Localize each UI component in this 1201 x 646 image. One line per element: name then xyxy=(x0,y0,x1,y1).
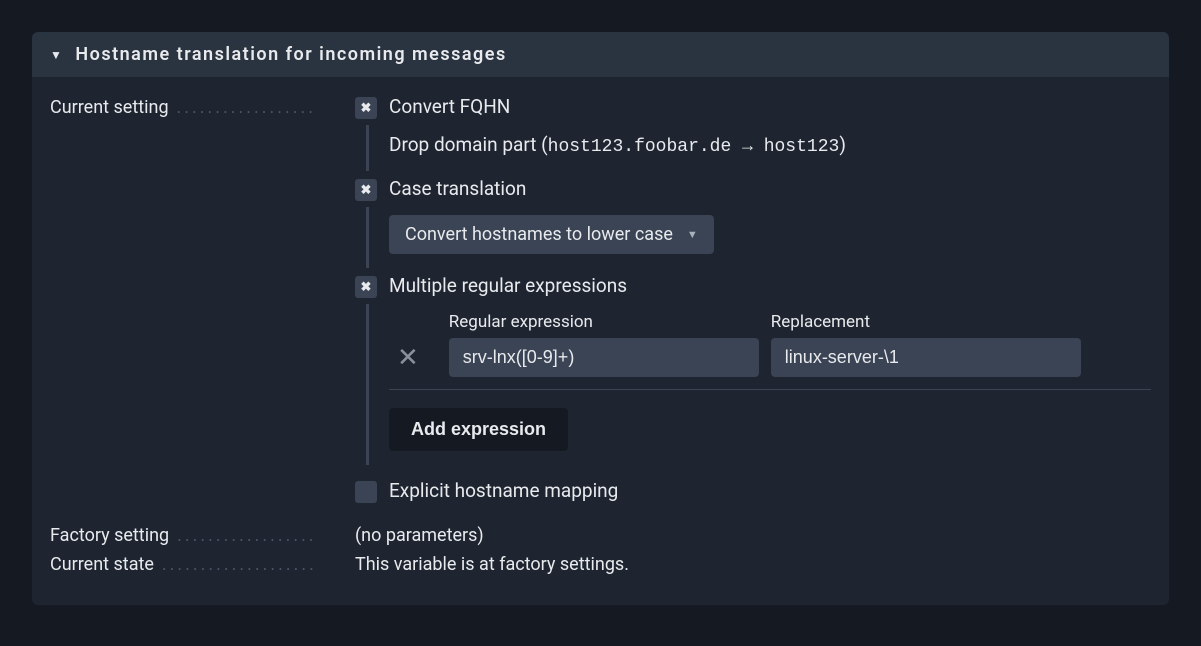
current-state-value: This variable is at factory settings. xyxy=(355,554,1151,575)
replacement-field-label: Replacement xyxy=(771,312,1081,332)
explicit-mapping-checkbox[interactable] xyxy=(355,481,377,503)
fqhn-option: ✖ Convert FQHN xyxy=(355,95,1151,119)
replacement-input[interactable] xyxy=(771,338,1081,377)
explicit-mapping-label: Explicit hostname mapping xyxy=(389,479,618,502)
chevron-down-icon: ▼ xyxy=(687,228,698,241)
delete-expression-icon[interactable]: ✕ xyxy=(389,345,437,377)
expression-row: ✕ Regular expression Replacement xyxy=(389,312,1151,390)
factory-setting-row: Factory setting .................. (no p… xyxy=(50,525,1151,546)
factory-setting-label: Factory setting .................. xyxy=(50,525,355,546)
case-checkbox[interactable]: ✖ xyxy=(355,179,377,201)
regex-input[interactable] xyxy=(449,338,759,377)
regex-field: Regular expression xyxy=(449,312,759,377)
collapse-icon: ▼ xyxy=(50,48,63,62)
regex-label: Multiple regular expressions xyxy=(389,274,627,297)
current-setting-value: ✖ Convert FQHN Drop domain part (host123… xyxy=(355,95,1151,509)
current-setting-row: Current setting .................. ✖ Con… xyxy=(50,95,1151,509)
case-option: ✖ Case translation xyxy=(355,177,1151,201)
current-setting-label: Current setting .................. xyxy=(50,95,355,118)
regex-option: ✖ Multiple regular expressions xyxy=(355,274,1151,298)
footer-rows: Factory setting .................. (no p… xyxy=(50,525,1151,575)
fqhn-details: Drop domain part (host123.foobar.de → ho… xyxy=(366,125,1151,171)
current-state-row: Current state .................... This … xyxy=(50,554,1151,575)
settings-panel: ▼ Hostname translation for incoming mess… xyxy=(32,32,1169,605)
regex-field-label: Regular expression xyxy=(449,312,759,332)
current-state-label: Current state .................... xyxy=(50,554,355,575)
fqhn-checkbox[interactable]: ✖ xyxy=(355,97,377,119)
panel-title: Hostname translation for incoming messag… xyxy=(75,44,506,65)
factory-setting-value: (no parameters) xyxy=(355,525,1151,546)
fqhn-label: Convert FQHN xyxy=(389,95,510,118)
explicit-mapping-option: Explicit hostname mapping xyxy=(355,479,1151,503)
replacement-field: Replacement xyxy=(771,312,1081,377)
add-expression-button[interactable]: Add expression xyxy=(389,408,568,451)
case-dropdown[interactable]: Convert hostnames to lower case ▼ xyxy=(389,215,714,254)
regex-details: ✕ Regular expression Replacement Add exp… xyxy=(366,304,1151,465)
case-details: Convert hostnames to lower case ▼ xyxy=(366,207,1151,268)
panel-body: Current setting .................. ✖ Con… xyxy=(32,77,1169,605)
case-label: Case translation xyxy=(389,177,526,200)
panel-header[interactable]: ▼ Hostname translation for incoming mess… xyxy=(32,32,1169,77)
regex-checkbox[interactable]: ✖ xyxy=(355,276,377,298)
